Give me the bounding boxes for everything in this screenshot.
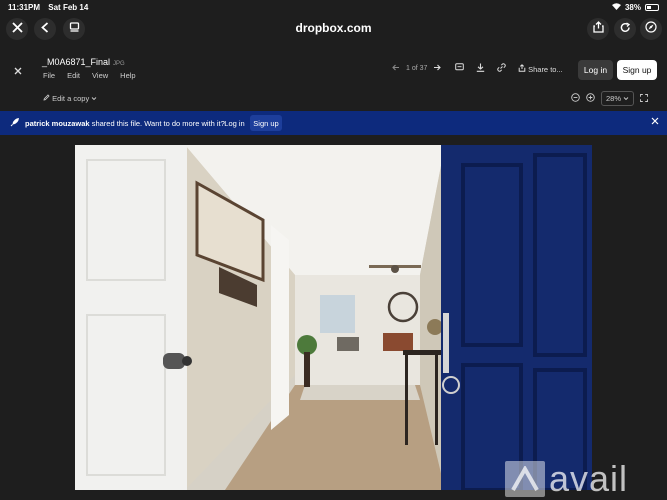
next-arrow-icon[interactable] — [433, 64, 442, 73]
compass-button[interactable] — [640, 18, 662, 40]
file-ext: JPG — [113, 61, 125, 67]
browser-toolbar: dropbox.com — [0, 14, 667, 44]
edit-copy-label: Edit a copy — [52, 94, 90, 103]
pager: 1 of 37 — [392, 64, 442, 73]
shared-file-banner: patrick mouzawak shared this file. Want … — [0, 111, 667, 135]
reload-button[interactable] — [614, 18, 636, 40]
status-date: Sat Feb 14 — [48, 3, 89, 12]
status-bar: 11:31PM Sat Feb 14 38% — [0, 0, 667, 14]
menu-edit[interactable]: Edit — [67, 71, 80, 80]
zoom-out-icon[interactable] — [571, 93, 580, 104]
address-bar[interactable]: dropbox.com — [0, 21, 667, 35]
battery-icon — [645, 4, 659, 11]
file-name: _M0A6871_Final JPG — [42, 57, 125, 67]
menu-view[interactable]: View — [92, 71, 108, 80]
sharer-name: patrick mouzawak — [25, 119, 90, 128]
zoom-in-icon[interactable] — [586, 93, 595, 104]
preview-image — [75, 145, 592, 490]
menu-help[interactable]: Help — [120, 71, 135, 80]
banner-signup-button[interactable]: Sign up — [250, 115, 282, 131]
close-viewer-button[interactable] — [14, 64, 22, 78]
zoom-select[interactable]: 28% — [601, 91, 635, 106]
share-icon — [592, 20, 604, 38]
share-to-label: Share to... — [528, 64, 563, 74]
login-button[interactable]: Log in — [578, 60, 613, 80]
banner-login-button[interactable]: Log in — [221, 115, 248, 131]
edit-copy-button[interactable]: Edit a copy — [43, 94, 97, 103]
share-icon — [518, 63, 528, 74]
banner-message: patrick mouzawak shared this file. Want … — [25, 119, 225, 128]
file-menu: File Edit View Help — [43, 71, 136, 80]
compass-icon — [645, 20, 657, 38]
prev-arrow-icon[interactable] — [392, 64, 400, 73]
rocket-icon — [10, 117, 20, 129]
fullscreen-icon[interactable] — [640, 93, 649, 104]
zoom-level: 28% — [606, 94, 622, 103]
banner-text: shared this file. Want to do more with i… — [89, 119, 225, 128]
close-icon — [651, 117, 659, 128]
close-icon — [14, 64, 22, 78]
banner-close-button[interactable] — [651, 117, 659, 128]
download-icon[interactable] — [476, 63, 485, 74]
chevron-down-icon — [91, 94, 97, 103]
watermark-text: avail — [549, 458, 629, 499]
share-to-button[interactable]: Share to... — [518, 63, 563, 74]
file-name-text: _M0A6871_Final — [42, 57, 111, 67]
battery-percent: 38% — [624, 3, 641, 12]
wifi-icon — [611, 3, 621, 12]
reload-icon — [620, 20, 631, 38]
file-tools: Share to... — [455, 63, 563, 74]
chevron-down-icon — [623, 94, 629, 103]
zoom-controls: 28% — [571, 91, 649, 106]
pager-count: 1 of 37 — [406, 65, 428, 72]
link-icon[interactable] — [497, 63, 506, 74]
comment-icon[interactable] — [455, 63, 464, 74]
signup-button[interactable]: Sign up — [617, 60, 657, 80]
status-time: 11:31PM — [8, 3, 41, 12]
avail-logo-icon — [505, 461, 545, 497]
menu-file[interactable]: File — [43, 71, 55, 80]
share-page-button[interactable] — [587, 18, 609, 40]
avail-watermark: avail — [505, 458, 628, 500]
pencil-icon — [43, 94, 52, 103]
file-viewer-header: _M0A6871_Final JPG File Edit View Help 1 … — [0, 44, 667, 110]
